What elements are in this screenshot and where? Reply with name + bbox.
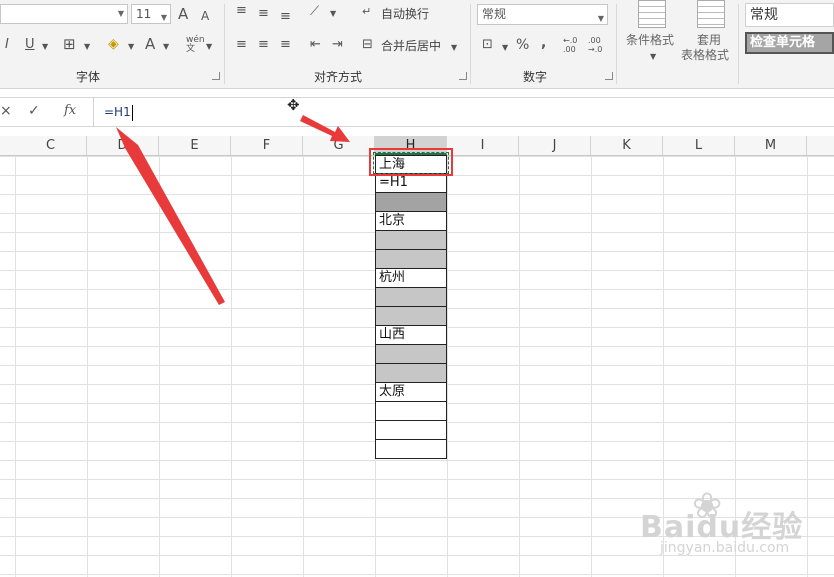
- column-header-c[interactable]: C: [15, 136, 87, 155]
- cell-h11[interactable]: [375, 345, 447, 364]
- cell-h2[interactable]: =H1: [375, 174, 447, 193]
- cell-h8[interactable]: [375, 288, 447, 307]
- chevron-down-icon[interactable]: ▼: [163, 40, 169, 54]
- grow-font-button[interactable]: A: [178, 7, 188, 22]
- alignment-dialog-launcher-icon[interactable]: [459, 72, 467, 80]
- group-divider: [738, 4, 739, 84]
- text-caret: [131, 104, 133, 121]
- cancel-formula-button[interactable]: ×: [0, 103, 12, 119]
- move-cursor-icon: ✥: [287, 96, 300, 114]
- group-divider: [616, 4, 617, 84]
- formula-input[interactable]: =H1: [93, 98, 834, 126]
- cell-h9[interactable]: [375, 307, 447, 326]
- cell-h4[interactable]: 北京: [375, 212, 447, 231]
- wrap-text-button[interactable]: 自动换行: [381, 7, 429, 21]
- chevron-down-icon[interactable]: ▼: [42, 40, 48, 54]
- chevron-down-icon: ▼: [160, 13, 167, 22]
- orientation-icon[interactable]: ⟋: [310, 5, 319, 19]
- phonetic-guide-button[interactable]: wén 文: [186, 36, 205, 54]
- font-dialog-launcher-icon[interactable]: [212, 72, 220, 80]
- chevron-down-icon[interactable]: ▼: [206, 40, 212, 54]
- number-format-dropdown[interactable]: 常规 ▼: [477, 4, 608, 25]
- enter-formula-button[interactable]: ✓: [28, 103, 40, 119]
- column-header-e[interactable]: E: [159, 136, 231, 155]
- font-size-dropdown[interactable]: 11 ▼: [131, 4, 171, 24]
- formula-text: =H1: [104, 105, 131, 119]
- align-left-icon[interactable]: ≡: [236, 38, 247, 52]
- formula-bar: × ✓ fx =H1: [0, 97, 834, 127]
- cell-h13[interactable]: 太原: [375, 383, 447, 402]
- chevron-down-icon: ▼: [597, 14, 604, 23]
- paw-icon: ❀: [692, 486, 723, 527]
- column-header-i[interactable]: I: [447, 136, 519, 155]
- increase-decimal-button[interactable]: ←.0 .00: [563, 36, 585, 54]
- baidu-watermark-url: jingyan.baidu.com: [660, 540, 790, 556]
- align-bottom-icon[interactable]: ≡: [280, 10, 291, 24]
- cell-h5[interactable]: [375, 231, 447, 250]
- cell-h10[interactable]: 山西: [375, 326, 447, 345]
- number-dialog-launcher-icon[interactable]: [605, 72, 613, 80]
- chevron-down-icon[interactable]: ▼: [84, 40, 90, 54]
- merge-center-button[interactable]: 合并后居中: [381, 39, 441, 53]
- font-name-dropdown[interactable]: ▼: [0, 4, 128, 24]
- cell-h16[interactable]: [375, 440, 447, 459]
- group-divider: [470, 4, 471, 84]
- alignment-group-label: 对齐方式: [314, 70, 363, 84]
- column-header-g[interactable]: G: [303, 136, 375, 155]
- column-header-m[interactable]: M: [735, 136, 807, 155]
- cell-h6[interactable]: [375, 250, 447, 269]
- underline-button[interactable]: U: [25, 38, 35, 52]
- format-as-table-label-1[interactable]: 套用: [697, 33, 721, 47]
- font-group-label: 字体: [76, 70, 101, 84]
- format-as-table-label-2[interactable]: 表格格式: [681, 48, 729, 62]
- align-center-icon[interactable]: ≡: [258, 38, 269, 52]
- fill-color-icon[interactable]: ◈: [108, 37, 119, 51]
- borders-icon[interactable]: ⊞: [63, 37, 76, 52]
- cell-h12[interactable]: [375, 364, 447, 383]
- conditional-formatting-icon[interactable]: [638, 0, 666, 28]
- number-group-label: 数字: [523, 70, 548, 84]
- group-divider: [224, 4, 225, 84]
- align-right-icon[interactable]: ≡: [280, 38, 291, 52]
- column-header-d[interactable]: D: [87, 136, 159, 155]
- format-as-table-icon[interactable]: [697, 0, 725, 28]
- chevron-down-icon[interactable]: ▼: [330, 7, 336, 21]
- italic-button[interactable]: I: [5, 38, 9, 52]
- accounting-format-icon[interactable]: ⊡: [482, 38, 493, 52]
- shrink-font-button[interactable]: A: [201, 9, 209, 23]
- column-header-k[interactable]: K: [591, 136, 663, 155]
- style-normal[interactable]: 常规: [745, 3, 834, 27]
- align-middle-icon[interactable]: ≡: [258, 7, 269, 21]
- chevron-down-icon[interactable]: ▼: [650, 50, 656, 64]
- column-header-j[interactable]: J: [519, 136, 591, 155]
- increase-indent-icon[interactable]: ⇥: [332, 38, 343, 52]
- cell-h7[interactable]: 杭州: [375, 269, 447, 288]
- comma-style-button[interactable]: ,: [541, 36, 546, 50]
- merge-center-icon[interactable]: ⊟: [362, 38, 373, 52]
- cell-h14[interactable]: [375, 402, 447, 421]
- cell-h3[interactable]: [375, 193, 447, 212]
- cell-h15[interactable]: [375, 421, 447, 440]
- chevron-down-icon[interactable]: ▼: [128, 40, 134, 54]
- annotation-highlight-box: [369, 148, 453, 176]
- decrease-indent-icon[interactable]: ⇤: [310, 38, 321, 52]
- conditional-formatting-button[interactable]: 条件格式: [626, 33, 674, 47]
- align-top-icon[interactable]: ≡: [236, 4, 247, 18]
- decrease-decimal-button[interactable]: .00 →.0: [588, 36, 610, 54]
- font-color-button[interactable]: A: [145, 37, 155, 52]
- insert-function-button[interactable]: fx: [64, 103, 76, 118]
- column-header-f[interactable]: F: [231, 136, 303, 155]
- style-check-cell[interactable]: 检查单元格: [745, 32, 834, 54]
- chevron-down-icon: ▼: [117, 9, 124, 18]
- percent-style-button[interactable]: %: [516, 38, 529, 52]
- column-header-l[interactable]: L: [663, 136, 735, 155]
- chevron-down-icon[interactable]: ▼: [451, 41, 457, 55]
- font-size-value: 11: [136, 7, 152, 21]
- chevron-down-icon[interactable]: ▼: [502, 41, 508, 55]
- wrap-text-icon[interactable]: ↵: [362, 5, 371, 19]
- ribbon: ▼ 11 ▼ A A I U ▼ ⊞ ▼ ◈ ▼ A ▼ wén 文 ▼ 字体 ≡…: [0, 0, 834, 89]
